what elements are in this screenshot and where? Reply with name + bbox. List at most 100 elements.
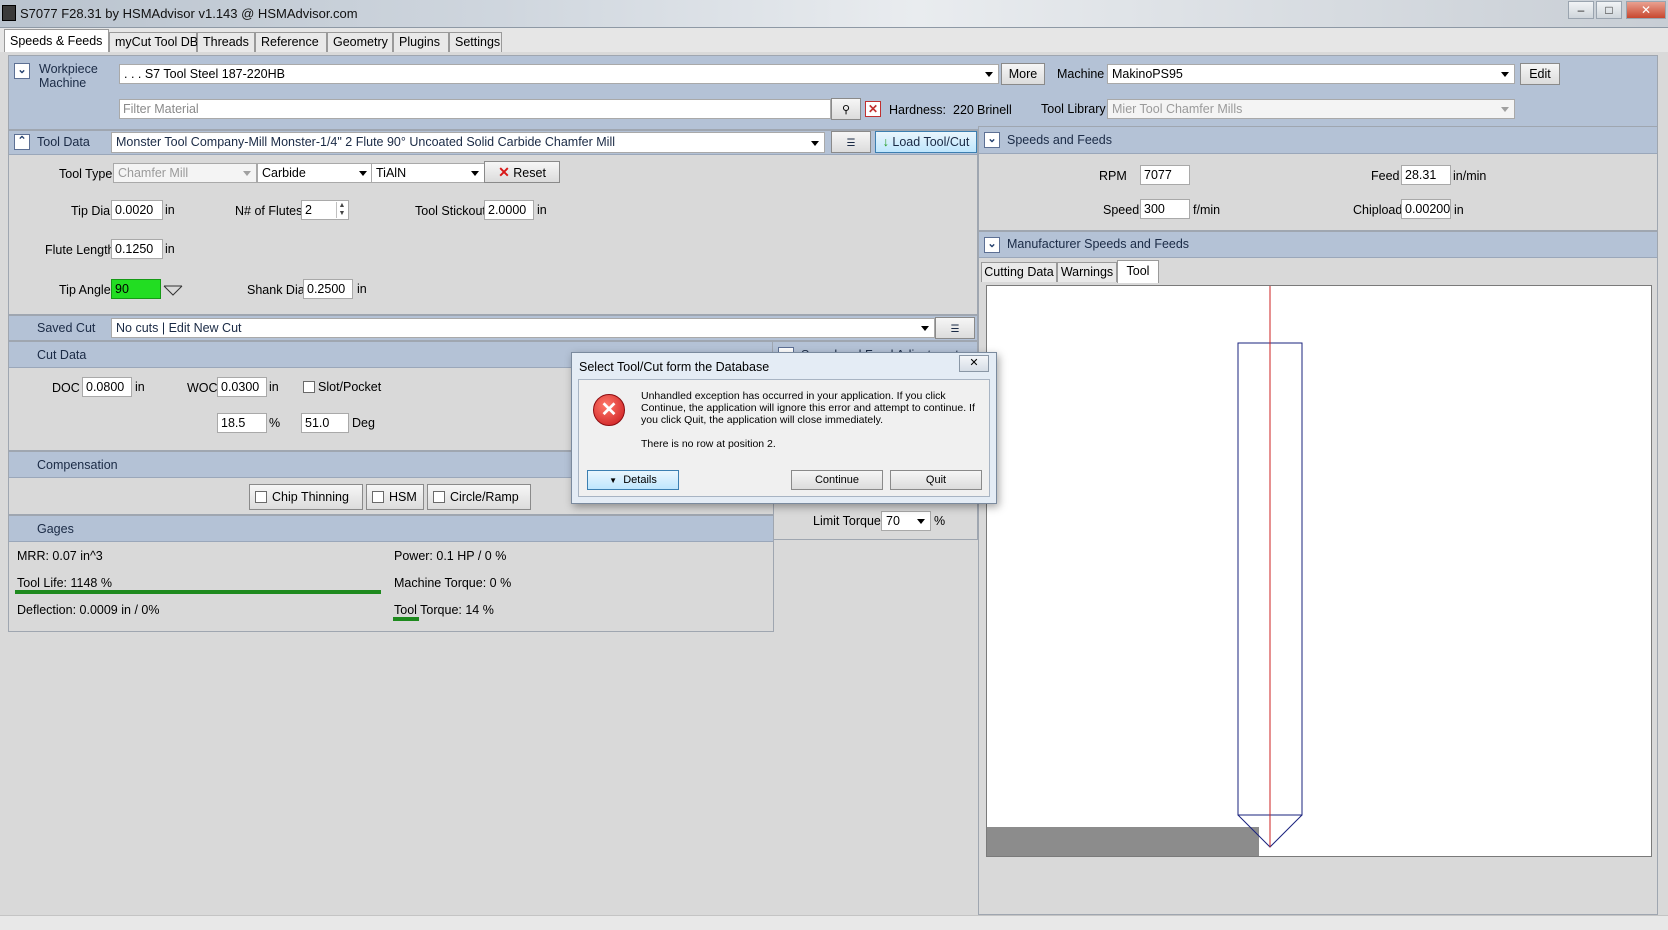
tab-warnings[interactable]: Warnings (1057, 262, 1117, 282)
mrr-readout: MRR: 0.07 in^3 (17, 549, 103, 563)
edit-machine-button[interactable]: Edit (1520, 63, 1560, 85)
stickout-input[interactable]: 2.0000 (484, 200, 534, 220)
minimize-button[interactable]: – (1568, 1, 1594, 19)
search-button[interactable]: ⚲ (831, 98, 861, 120)
tab-plugins[interactable]: Plugins (393, 32, 449, 52)
reset-label: Reset (513, 166, 546, 180)
chip-thinning-toggle[interactable]: Chip Thinning (249, 484, 363, 510)
details-button[interactable]: ▼ Details (587, 470, 679, 490)
speed-input[interactable]: 300 (1140, 199, 1190, 219)
error-dialog: Select Tool/Cut form the Database ✕ ✕ Un… (571, 352, 997, 504)
machine-value: MakinoPS95 (1112, 67, 1183, 81)
engagement-angle-input[interactable]: 51.0 (301, 413, 349, 433)
material-select[interactable]: . . . S7 Tool Steel 187-220HB (119, 64, 999, 84)
maximize-button[interactable]: □ (1596, 1, 1622, 19)
speeds-feeds-section: ⌄ Speeds and Feeds RPM 7077 Feed 28.31 i… (978, 126, 1658, 231)
dialog-detail: There is no row at position 2. (641, 438, 776, 450)
tab-speeds-feeds[interactable]: Speeds & Feeds (4, 29, 109, 52)
tip-angle-input[interactable]: 90 (111, 279, 161, 299)
collapse-manufacturer-icon[interactable]: ⌄ (984, 237, 1000, 253)
tool-material-select[interactable]: Carbide (257, 163, 373, 183)
tool-type-value: Chamfer Mill (118, 166, 189, 180)
percent-unit: % (269, 416, 281, 430)
list-icon: ☰ (950, 324, 960, 335)
quit-button[interactable]: Quit (890, 470, 982, 490)
tool-data-header: ⌃ Tool Data Monster Tool Company-Mill Mo… (9, 131, 977, 155)
spinner-arrows-icon[interactable]: ▲ ▼ (336, 202, 347, 218)
manufacturer-title: Manufacturer Speeds and Feeds (1007, 237, 1190, 251)
feed-input[interactable]: 28.31 (1401, 165, 1451, 185)
flutes-spinner[interactable]: 2 ▲ ▼ (301, 200, 349, 220)
collapse-tool-data-icon[interactable]: ⌃ (14, 134, 30, 150)
shank-dia-input[interactable]: 0.2500 (303, 279, 353, 299)
tab-reference[interactable]: Reference (255, 32, 327, 52)
circle-ramp-checkbox[interactable] (433, 491, 445, 503)
dialog-close-button[interactable]: ✕ (959, 355, 989, 372)
woc-input[interactable]: 0.0300 (217, 377, 267, 397)
doc-unit: in (135, 380, 145, 394)
hsm-toggle[interactable]: HSM (366, 484, 424, 510)
tab-geometry[interactable]: Geometry (327, 32, 393, 52)
tool-select[interactable]: Monster Tool Company-Mill Monster-1/4" 2… (111, 132, 825, 153)
collapse-workpiece-icon[interactable]: ⌄ (14, 63, 30, 79)
tip-dia-input[interactable]: 0.0020 (111, 200, 163, 220)
tab-mycut-tool-db[interactable]: myCut Tool DB (109, 32, 198, 52)
workpiece-block (987, 827, 1259, 856)
chipload-input[interactable]: 0.00200 (1401, 199, 1451, 219)
rpm-input[interactable]: 7077 (1140, 165, 1190, 185)
clear-filter-icon[interactable]: ✕ (865, 101, 881, 117)
feed-label: Feed (1371, 169, 1400, 183)
woc-percent-input[interactable]: 18.5 (217, 413, 267, 433)
limit-torque-select[interactable]: 70 (881, 511, 931, 531)
tab-cutting-data[interactable]: Cutting Data (981, 262, 1057, 282)
load-tool-cut-label: Load Tool/Cut (892, 135, 970, 149)
reset-button[interactable]: ✕ Reset (484, 161, 560, 183)
chip-thinning-checkbox[interactable] (255, 491, 267, 503)
download-arrow-icon: ↓ (882, 135, 889, 149)
flutes-label: N# of Flutes (235, 204, 303, 218)
tool-type-label: Tool Type (59, 167, 113, 181)
dialog-body: ✕ Unhandled exception has occurred in yo… (578, 379, 990, 497)
rpm-label: RPM (1099, 169, 1127, 183)
cut-data-title: Cut Data (37, 348, 87, 362)
coating-select[interactable]: TiAlN (371, 163, 485, 183)
manufacturer-header: ⌄ Manufacturer Speeds and Feeds (979, 232, 1657, 258)
tool-preview-canvas (986, 285, 1652, 857)
machine-label: Machine (1057, 67, 1105, 81)
continue-button[interactable]: Continue (791, 470, 883, 490)
more-button[interactable]: More (1001, 63, 1045, 85)
saved-cut-value: No cuts | Edit New Cut (116, 321, 242, 335)
chevron-down-icon (243, 171, 251, 176)
hsm-checkbox[interactable] (372, 491, 384, 503)
tool-torque-bar (393, 617, 419, 621)
close-window-button[interactable]: ✕ (1626, 1, 1666, 19)
dialog-message: Unhandled exception has occurred in your… (641, 390, 975, 426)
filter-material-input[interactable]: Filter Material (119, 99, 831, 119)
flute-length-input[interactable]: 0.1250 (111, 239, 163, 259)
tool-torque-readout: Tool Torque: 14 % (394, 603, 494, 617)
tab-threads[interactable]: Threads (197, 32, 255, 52)
doc-input[interactable]: 0.0800 (82, 377, 132, 397)
red-x-icon: ✕ (498, 164, 510, 180)
tab-settings[interactable]: Settings (449, 32, 502, 52)
slot-pocket-label: Slot/Pocket (318, 380, 382, 394)
search-icon: ⚲ (841, 104, 851, 116)
slot-pocket-checkbox[interactable] (303, 381, 315, 393)
machine-select[interactable]: MakinoPS95 (1107, 64, 1515, 84)
title-bar: S7077 F28.31 by HSMAdvisor v1.143 @ HSMA… (0, 0, 1668, 28)
collapse-speeds-feeds-icon[interactable]: ⌄ (984, 132, 1000, 148)
expand-arrow-icon: ▼ (609, 476, 618, 485)
load-tool-cut-button[interactable]: ↓ Load Tool/Cut (875, 131, 977, 153)
machine-section-label: Machine (39, 76, 87, 90)
saved-cut-select[interactable]: No cuts | Edit New Cut (111, 318, 935, 338)
power-readout: Power: 0.1 HP / 0 % (394, 549, 507, 563)
hardness-unit: Brinell (977, 103, 1012, 117)
circle-ramp-toggle[interactable]: Circle/Ramp (427, 484, 531, 510)
tool-options-button[interactable]: ☰ (831, 131, 871, 153)
chevron-down-icon (917, 519, 925, 524)
chipload-label: Chipload (1353, 203, 1403, 217)
saved-cut-options-button[interactable]: ☰ (935, 317, 975, 339)
tab-tool[interactable]: Tool (1117, 260, 1159, 283)
tool-material-value: Carbide (262, 166, 306, 180)
coating-value: TiAlN (376, 166, 407, 180)
